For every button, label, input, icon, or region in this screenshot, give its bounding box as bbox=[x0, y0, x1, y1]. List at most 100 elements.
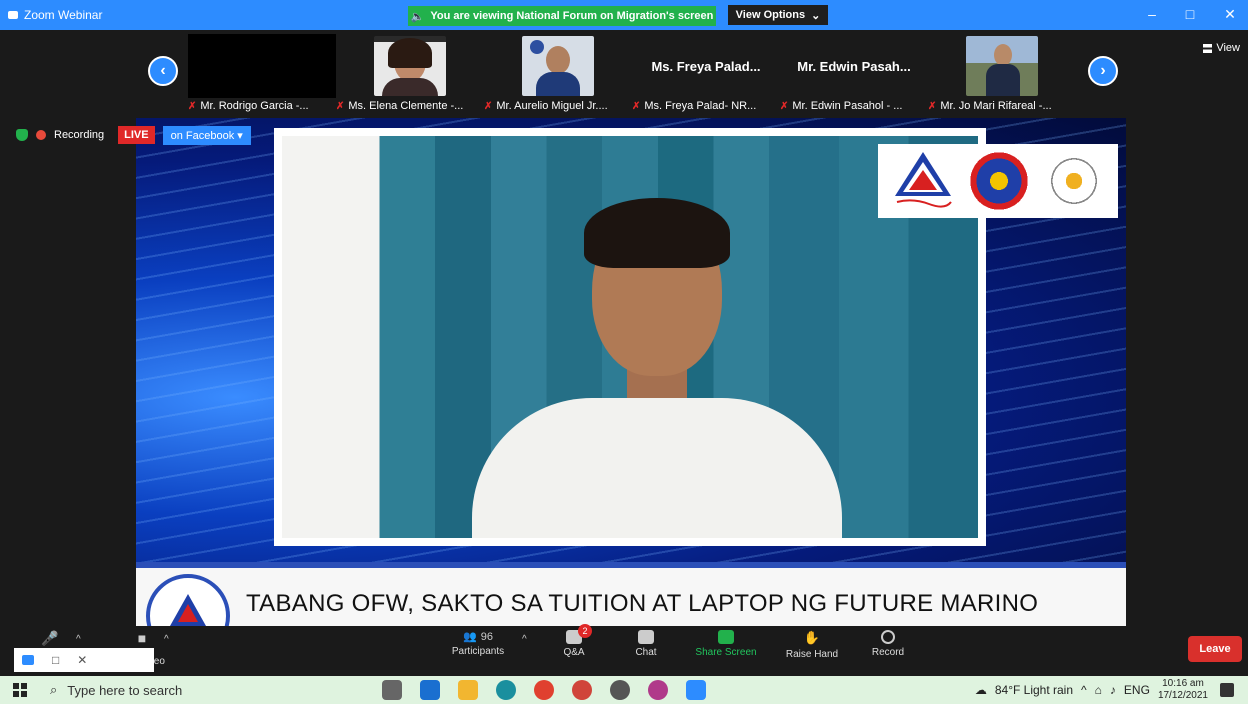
participant-thumb-6[interactable] bbox=[928, 34, 1076, 98]
close-button[interactable]: ✕ bbox=[1218, 6, 1242, 23]
participant-label-3: ✗ Mr. Aurelio Miguel Jr.... bbox=[484, 100, 632, 112]
record-label: Record bbox=[871, 647, 905, 658]
video-off-icon: ■ bbox=[137, 630, 147, 646]
participant-label-1: ✗ Mr. Rodrigo Garcia -... bbox=[188, 100, 336, 112]
restore-icon[interactable]: □ bbox=[52, 653, 59, 667]
participant-photo bbox=[522, 36, 594, 96]
recording-label: Recording bbox=[54, 129, 105, 141]
qa-icon: 2 bbox=[566, 624, 592, 644]
chat-button[interactable]: Chat bbox=[606, 630, 686, 658]
participant-thumb-1[interactable] bbox=[188, 34, 336, 98]
chevron-right-icon: › bbox=[1100, 62, 1106, 79]
chrome-profile-icon[interactable] bbox=[572, 680, 592, 700]
mail-icon[interactable] bbox=[420, 680, 440, 700]
participant-label-4: ✗ Ms. Freya Palad- NR... bbox=[632, 100, 780, 112]
windows-logo-icon bbox=[13, 683, 27, 697]
clock[interactable]: 10:16 am 17/12/2021 bbox=[1158, 678, 1208, 702]
live-platform-label: on Facebook bbox=[170, 129, 235, 142]
chrome-icon[interactable] bbox=[534, 680, 554, 700]
weather-text[interactable]: 84°F Light rain bbox=[995, 683, 1073, 697]
speaker-body bbox=[472, 398, 842, 538]
participants-count: 96 bbox=[480, 630, 493, 643]
chevron-left-icon: ‹ bbox=[160, 62, 166, 79]
record-icon bbox=[881, 630, 895, 644]
mini-floating-window: □ ✕ bbox=[14, 648, 154, 672]
participant-name-big: Ms. Freya Palad... bbox=[651, 58, 761, 74]
participant-name: Ms. Elena Clemente -... bbox=[348, 100, 464, 112]
title-bar: Zoom Webinar 🔈 You are viewing National … bbox=[0, 0, 1248, 30]
view-button[interactable]: View bbox=[1203, 42, 1240, 54]
record-button[interactable]: Record bbox=[848, 630, 928, 658]
file-explorer-icon[interactable] bbox=[458, 680, 478, 700]
video-caret[interactable]: ^ bbox=[164, 634, 169, 645]
hand-icon: ✋ bbox=[803, 630, 821, 645]
participant-name: Mr. Jo Mari Rifareal -... bbox=[940, 100, 1052, 112]
strip-next-button[interactable]: › bbox=[1088, 56, 1118, 86]
participant-name-big: Mr. Edwin Pasah... bbox=[797, 58, 911, 74]
mic-muted-icon: ✗ bbox=[484, 100, 493, 112]
audio-caret[interactable]: ^ bbox=[76, 634, 81, 645]
system-tray: ☁ 84°F Light rain ^ ⌂ ♪ ENG 10:16 am 17/… bbox=[975, 676, 1208, 704]
qa-button[interactable]: 2 Q&A bbox=[534, 624, 614, 658]
participants-button[interactable]: 👥 96 Participants bbox=[438, 630, 518, 658]
lower-third-headline: TABANG OFW, SAKTO SA TUITION AT LAPTOP N… bbox=[246, 590, 1039, 617]
agency-seal-1 bbox=[969, 152, 1028, 210]
edge-icon[interactable] bbox=[496, 680, 516, 700]
participant-photo bbox=[966, 36, 1038, 96]
share-banner-text: You are viewing National Forum on Migrat… bbox=[430, 10, 714, 22]
view-options-button[interactable]: View Options ⌄ bbox=[728, 5, 828, 25]
taskbar-apps bbox=[382, 680, 706, 700]
participant-strip: ‹ ✗ Mr. Rodrigo Garcia -... ✗ Ms. Elena Cl… bbox=[0, 30, 1248, 118]
participant-thumb-3[interactable] bbox=[484, 34, 632, 98]
share-screen-button[interactable]: Share Screen bbox=[686, 630, 766, 658]
share-screen-icon bbox=[718, 630, 734, 644]
participant-thumb-5[interactable]: Mr. Edwin Pasah... bbox=[780, 34, 928, 98]
mic-muted-icon: 🎤 bbox=[41, 630, 59, 646]
maximize-button[interactable]: □ bbox=[1178, 6, 1202, 22]
share-screen-label: Share Screen bbox=[695, 647, 757, 658]
audio-button[interactable]: 🎤 bbox=[30, 630, 70, 647]
clock-date: 17/12/2021 bbox=[1157, 690, 1208, 701]
strip-prev-button[interactable]: ‹ bbox=[148, 56, 178, 86]
minimize-button[interactable]: – bbox=[1140, 6, 1164, 22]
task-view-icon[interactable] bbox=[382, 680, 402, 700]
chevron-down-icon: ⌄ bbox=[811, 9, 821, 22]
chrome-profile-3-icon[interactable] bbox=[648, 680, 668, 700]
shared-screen: TABANG OFW, SAKTO SA TUITION AT LAPTOP N… bbox=[136, 118, 1126, 626]
network-icon[interactable]: ⌂ bbox=[1095, 683, 1102, 697]
participant-name: Ms. Freya Palad- NR... bbox=[644, 100, 757, 112]
language-indicator[interactable]: ENG bbox=[1124, 683, 1150, 697]
participants-icon: 👥 bbox=[463, 631, 477, 643]
mic-muted-icon: ✗ bbox=[632, 100, 641, 112]
volume-icon[interactable]: ♪ bbox=[1110, 683, 1116, 697]
chevron-up-icon[interactable]: ^ bbox=[1081, 683, 1087, 697]
participant-photo bbox=[374, 36, 446, 96]
participant-label-2: ✗ Ms. Elena Clemente -... bbox=[336, 100, 484, 112]
qa-label: Q&A bbox=[563, 647, 585, 658]
raise-hand-label: Raise Hand bbox=[785, 649, 839, 660]
close-mini-icon[interactable]: ✕ bbox=[77, 653, 87, 667]
participant-thumb-2[interactable] bbox=[336, 34, 484, 98]
zoom-window: Zoom Webinar 🔈 You are viewing National … bbox=[0, 0, 1248, 704]
view-options-label: View Options bbox=[735, 9, 806, 21]
participant-thumb-4[interactable]: Ms. Freya Palad... bbox=[632, 34, 780, 98]
shield-icon[interactable] bbox=[16, 129, 28, 141]
taskbar-search[interactable]: ⌕ Type here to search bbox=[40, 676, 360, 704]
meeting-controls: 🎤 ^ ■ ideo ^ 👥 96 Participants ^ 2 Q&A C… bbox=[0, 624, 1248, 672]
clock-time: 10:16 am bbox=[1162, 678, 1204, 689]
recording-bar: Recording LIVE on Facebook ▾ bbox=[16, 124, 251, 146]
notification-icon[interactable] bbox=[1220, 683, 1234, 697]
app-title-text: Zoom Webinar bbox=[24, 8, 103, 22]
raise-hand-button[interactable]: ✋ Raise Hand bbox=[772, 630, 852, 660]
participants-label: Participants bbox=[451, 646, 505, 657]
leave-button[interactable]: Leave bbox=[1188, 636, 1242, 662]
dole-logo bbox=[893, 150, 953, 212]
participant-name: Mr. Edwin Pasahol - ... bbox=[792, 100, 903, 112]
start-button[interactable] bbox=[0, 676, 40, 704]
zoom-taskbar-icon[interactable] bbox=[686, 680, 706, 700]
lower-third-logo bbox=[146, 574, 230, 626]
video-button[interactable]: ■ ideo bbox=[112, 630, 172, 667]
participants-caret[interactable]: ^ bbox=[522, 634, 527, 645]
chrome-profile-2-icon[interactable] bbox=[610, 680, 630, 700]
live-platform-dropdown[interactable]: on Facebook ▾ bbox=[162, 125, 251, 145]
